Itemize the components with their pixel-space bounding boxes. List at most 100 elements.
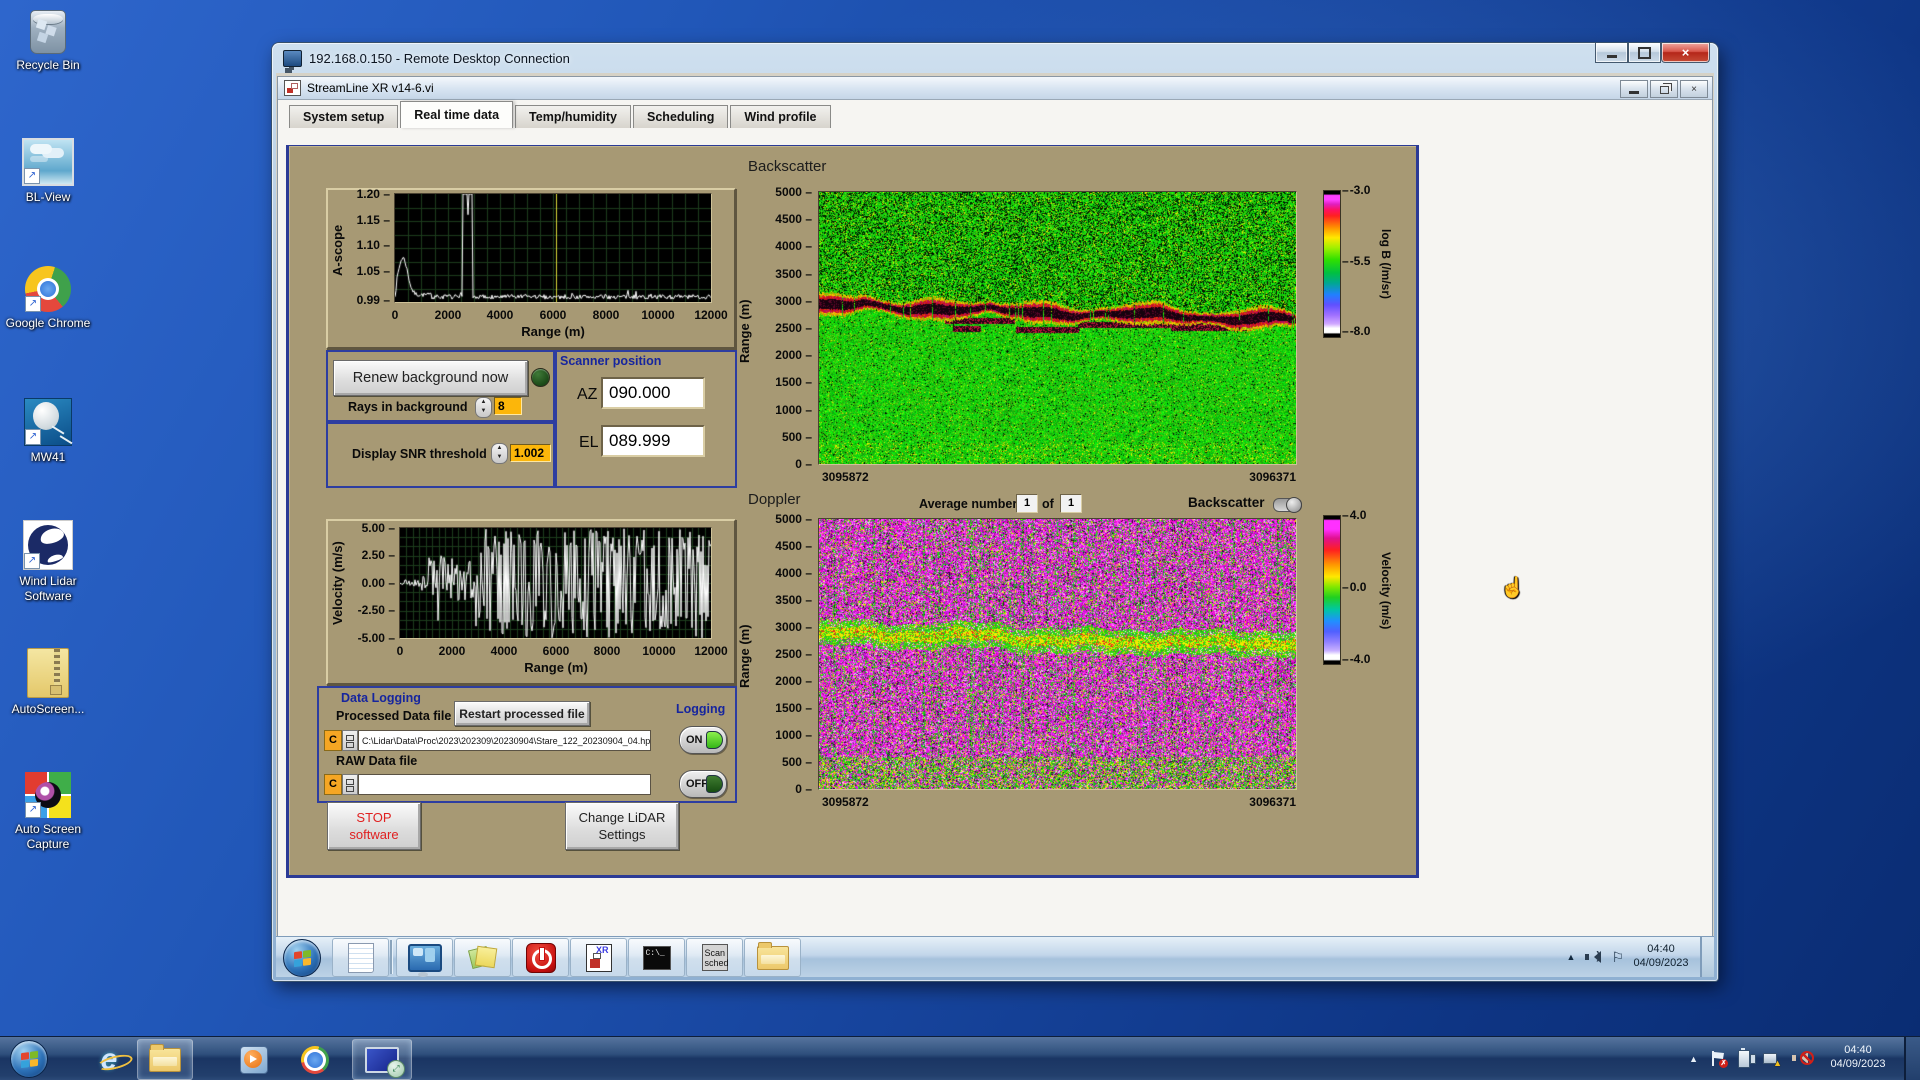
- start-button[interactable]: [10, 1040, 48, 1078]
- desktop-icon-auto-screen-capture[interactable]: ↗ Auto Screen Capture: [0, 772, 96, 852]
- tab-scheduling[interactable]: Scheduling: [633, 105, 729, 128]
- velocity-plot-area[interactable]: [399, 527, 712, 639]
- app-window: StreamLine XR v14-6.vi × System setup Re…: [277, 76, 1713, 939]
- renew-background-button[interactable]: Renew background now: [333, 360, 528, 396]
- rays-value-field[interactable]: 8: [494, 397, 522, 415]
- snr-spinner[interactable]: ▲ ▼: [491, 443, 508, 464]
- backscatter-x-start: 3095872: [822, 470, 869, 484]
- app-close-button[interactable]: ×: [1680, 80, 1708, 98]
- processed-drive-box[interactable]: C: [324, 730, 342, 751]
- desktop-icon-mw41[interactable]: ↗ MW41: [0, 398, 96, 465]
- az-value-field[interactable]: 090.000: [601, 377, 705, 409]
- auto-screen-capture-icon: ↗: [25, 772, 71, 818]
- remote-show-desktop-button[interactable]: [1700, 937, 1714, 977]
- host-taskbar: e ▲ ✗ 04:4004/09/2023: [0, 1036, 1920, 1080]
- desktop-icon-label: Recycle Bin: [16, 58, 80, 72]
- action-center-flag-icon[interactable]: ⚐: [1611, 949, 1624, 966]
- tab-wind-profile[interactable]: Wind profile: [730, 105, 831, 128]
- rdp-titlebar[interactable]: 192.168.0.150 - Remote Desktop Connectio…: [272, 43, 1718, 73]
- remote-desktop-icon: [365, 1046, 405, 1078]
- command-prompt-icon: C:\_: [642, 945, 671, 970]
- windows-logo-icon: [293, 949, 311, 967]
- rays-spinner[interactable]: ▲ ▼: [475, 397, 492, 418]
- maximize-button[interactable]: [1628, 43, 1661, 63]
- action-center-flag-icon[interactable]: ✗: [1711, 1051, 1728, 1068]
- volume-icon[interactable]: ): [1585, 950, 1602, 964]
- stop-software-button[interactable]: STOP software: [327, 802, 421, 850]
- velocity-xlabel: Range (m): [524, 660, 588, 675]
- hidden-icons-arrow[interactable]: ▲: [1567, 952, 1576, 962]
- app-titlebar[interactable]: StreamLine XR v14-6.vi ×: [278, 77, 1712, 100]
- taskbar-item-sticky-notes[interactable]: [454, 938, 511, 977]
- raw-path-field[interactable]: [358, 774, 651, 795]
- remote-tray: ▲ ) ⚐: [1567, 937, 1624, 977]
- average-number-field[interactable]: 1: [1016, 494, 1038, 513]
- host-tray: ▲ ✗: [1689, 1037, 1814, 1080]
- taskbar-item-streamline-xr[interactable]: XR: [570, 938, 627, 977]
- chrome-icon: ↗: [25, 266, 71, 312]
- raw-logging-switch[interactable]: OFF: [679, 770, 727, 798]
- desktop-icon-label: BL-View: [25, 190, 71, 204]
- doppler-x-end: 3096371: [1249, 795, 1296, 809]
- raw-browse-button[interactable]: [342, 774, 358, 795]
- ascope-plot-area[interactable]: [394, 193, 712, 303]
- processed-browse-button[interactable]: [342, 730, 358, 751]
- doppler-ylabel: Range (m): [737, 624, 752, 688]
- taskbar-item-windows-explorer[interactable]: [137, 1039, 193, 1080]
- el-value-field[interactable]: 089.999: [601, 425, 705, 457]
- backscatter-toggle-switch[interactable]: [1273, 497, 1302, 513]
- network-warning-icon[interactable]: [1763, 1051, 1782, 1068]
- average-count-field[interactable]: 1: [1060, 494, 1082, 513]
- backscatter-plot-area[interactable]: [818, 191, 1297, 465]
- snr-group: Display SNR threshold ▲ ▼ 1.002: [326, 420, 557, 488]
- display-settings-icon: [407, 943, 442, 977]
- taskbar-item-stop-app[interactable]: [512, 938, 569, 977]
- taskbar-item-internet-explorer[interactable]: e: [92, 1045, 126, 1075]
- change-lidar-settings-button[interactable]: Change LiDAR Settings: [565, 802, 679, 850]
- backscatter-x-end: 3096371: [1249, 470, 1296, 484]
- close-button[interactable]: ×: [1661, 43, 1710, 63]
- power-stop-icon: [525, 942, 556, 973]
- doppler-title: Doppler: [748, 491, 801, 508]
- scan-scheduler-icon: Scan sched: [701, 944, 729, 971]
- taskbar-item-media-player[interactable]: [237, 1045, 271, 1075]
- taskbar-item-command-prompt[interactable]: C:\_: [628, 938, 685, 977]
- taskbar-item-remote-desktop[interactable]: [352, 1039, 412, 1080]
- muted-speaker-icon[interactable]: [1792, 1051, 1814, 1066]
- desktop-icon-autoscreen[interactable]: AutoScreen...: [0, 648, 96, 717]
- hidden-icons-arrow[interactable]: ▲: [1689, 1054, 1698, 1064]
- remote-clock[interactable]: 04:40 04/09/2023: [1626, 942, 1696, 970]
- taskbar-item-chrome[interactable]: [298, 1045, 332, 1075]
- processed-logging-switch[interactable]: ON: [679, 726, 727, 754]
- taskbar-item-scan-scheduler[interactable]: Scan sched: [686, 938, 743, 977]
- app-minimize-button[interactable]: [1620, 80, 1648, 98]
- backscatter-cbar-title: log B (/m/sr): [1379, 228, 1393, 299]
- power-plug-icon[interactable]: [1738, 1047, 1756, 1068]
- tab-real-time-data[interactable]: Real time data: [400, 101, 514, 128]
- taskbar-item-notepad[interactable]: [332, 938, 389, 977]
- desktop-icon-wind-lidar[interactable]: ↗ Wind Lidar Software: [0, 520, 96, 604]
- minimize-button[interactable]: [1595, 43, 1628, 63]
- doppler-canvas: [819, 519, 1296, 789]
- tab-strip: System setup Real time data Temp/humidit…: [289, 101, 833, 128]
- taskbar-item-display-settings[interactable]: [396, 938, 453, 977]
- desktop-icon-recycle-bin[interactable]: Recycle Bin: [0, 10, 96, 73]
- desktop-icon-bl-view[interactable]: ↗ BL-View: [0, 138, 96, 205]
- velocity-plot: Velocity (m/s) 5.00 2.50 0.00 -2.50 -5.0…: [326, 519, 736, 685]
- app-window-title: StreamLine XR v14-6.vi: [307, 81, 434, 95]
- tab-temp-humidity[interactable]: Temp/humidity: [515, 105, 632, 128]
- show-desktop-button[interactable]: [1904, 1037, 1920, 1080]
- taskbar-item-explorer[interactable]: [744, 938, 801, 977]
- tab-system-setup[interactable]: System setup: [289, 105, 399, 128]
- remote-start-button[interactable]: [283, 939, 321, 977]
- backscatter-colorbar: [1323, 190, 1341, 338]
- doppler-plot-area[interactable]: [818, 518, 1297, 790]
- restart-processed-file-button[interactable]: Restart processed file: [454, 701, 590, 726]
- raw-drive-box[interactable]: C: [324, 774, 342, 795]
- processed-path-field[interactable]: C:\Lidar\Data\Proc\2023\202309\20230904\…: [358, 730, 651, 751]
- snr-value-field[interactable]: 1.002: [510, 444, 551, 462]
- host-clock[interactable]: 04:40 04/09/2023: [1818, 1043, 1898, 1071]
- background-group: Renew background now Rays in background …: [326, 350, 557, 424]
- app-restore-button[interactable]: [1650, 80, 1678, 98]
- desktop-icon-google-chrome[interactable]: ↗ Google Chrome: [0, 266, 96, 331]
